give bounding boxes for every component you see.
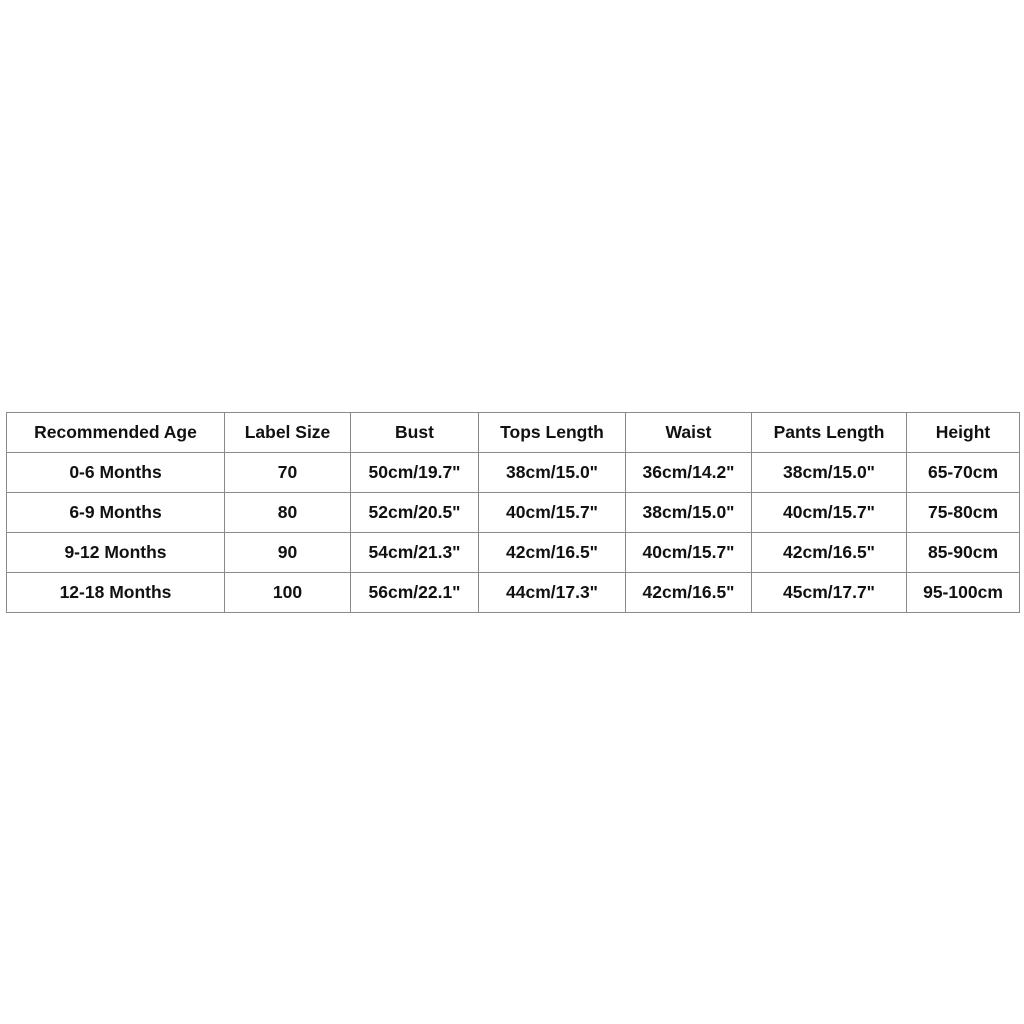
cell-height: 65-70cm (906, 452, 1020, 493)
header-row: Recommended Age Label Size Bust Tops Len… (6, 412, 1020, 453)
header-label-size: Label Size (224, 412, 351, 453)
cell-pants-length: 38cm/15.0" (751, 452, 907, 493)
cell-bust: 56cm/22.1" (350, 572, 479, 613)
header-tops-length: Tops Length (478, 412, 626, 453)
table-row: 0-6 Months 70 50cm/19.7" 38cm/15.0" 36cm… (6, 452, 1020, 493)
header-pants-length: Pants Length (751, 412, 907, 453)
header-recommended-age: Recommended Age (6, 412, 225, 453)
table-row: 12-18 Months 100 56cm/22.1" 44cm/17.3" 4… (6, 572, 1020, 613)
cell-height: 85-90cm (906, 532, 1020, 573)
header-bust: Bust (350, 412, 479, 453)
header-height: Height (906, 412, 1020, 453)
cell-bust: 52cm/20.5" (350, 492, 479, 533)
page: Recommended Age Label Size Bust Tops Len… (0, 0, 1024, 1024)
cell-waist: 36cm/14.2" (625, 452, 752, 493)
cell-label-size: 90 (224, 532, 351, 573)
cell-pants-length: 42cm/16.5" (751, 532, 907, 573)
cell-pants-length: 45cm/17.7" (751, 572, 907, 613)
cell-waist: 40cm/15.7" (625, 532, 752, 573)
cell-label-size: 80 (224, 492, 351, 533)
size-chart-table: Recommended Age Label Size Bust Tops Len… (6, 412, 1020, 613)
cell-recommended-age: 12-18 Months (6, 572, 225, 613)
cell-bust: 50cm/19.7" (350, 452, 479, 493)
cell-tops-length: 42cm/16.5" (478, 532, 626, 573)
cell-pants-length: 40cm/15.7" (751, 492, 907, 533)
cell-recommended-age: 6-9 Months (6, 492, 225, 533)
cell-tops-length: 44cm/17.3" (478, 572, 626, 613)
cell-tops-length: 38cm/15.0" (478, 452, 626, 493)
header-waist: Waist (625, 412, 752, 453)
cell-label-size: 100 (224, 572, 351, 613)
cell-height: 75-80cm (906, 492, 1020, 533)
cell-bust: 54cm/21.3" (350, 532, 479, 573)
cell-label-size: 70 (224, 452, 351, 493)
cell-tops-length: 40cm/15.7" (478, 492, 626, 533)
cell-waist: 38cm/15.0" (625, 492, 752, 533)
cell-recommended-age: 0-6 Months (6, 452, 225, 493)
cell-height: 95-100cm (906, 572, 1020, 613)
cell-recommended-age: 9-12 Months (6, 532, 225, 573)
table-row: 6-9 Months 80 52cm/20.5" 40cm/15.7" 38cm… (6, 492, 1020, 533)
table-row: 9-12 Months 90 54cm/21.3" 42cm/16.5" 40c… (6, 532, 1020, 573)
cell-waist: 42cm/16.5" (625, 572, 752, 613)
